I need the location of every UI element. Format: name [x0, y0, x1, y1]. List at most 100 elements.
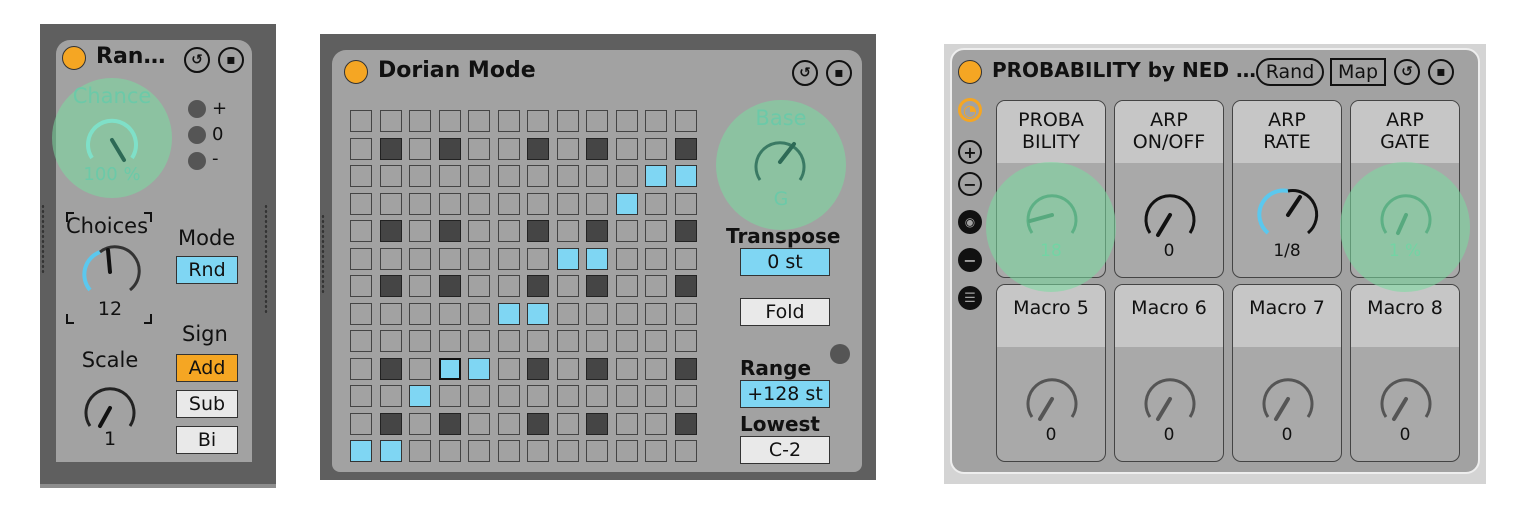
grid-cell[interactable] — [379, 247, 402, 270]
macro-2[interactable]: ARP ON/OFF 0 — [1114, 100, 1224, 278]
grid-cell[interactable] — [586, 110, 608, 132]
grid-cell[interactable] — [350, 440, 372, 462]
grid-cell[interactable] — [468, 385, 490, 407]
grid-cell[interactable] — [409, 137, 431, 160]
grid-cell[interactable] — [645, 247, 667, 270]
save-icon[interactable]: ▪ — [1428, 59, 1454, 85]
lowest-field[interactable]: C-2 — [740, 436, 830, 464]
grid-cell[interactable] — [615, 357, 638, 380]
grid-cell[interactable] — [527, 412, 549, 435]
grid-cell[interactable] — [586, 165, 608, 187]
grid-cell[interactable] — [645, 440, 667, 462]
grid-cell[interactable] — [497, 275, 520, 297]
grid-cell[interactable] — [438, 192, 461, 215]
base-knob[interactable] — [748, 130, 812, 194]
grid-cell[interactable] — [497, 330, 520, 352]
grid-cell[interactable] — [556, 110, 579, 132]
grid-cell[interactable] — [409, 110, 431, 132]
grid-cell[interactable] — [350, 247, 372, 270]
grid-cell[interactable] — [468, 247, 490, 270]
grid-cell[interactable] — [468, 275, 490, 297]
macro-8[interactable]: Macro 8 0 — [1350, 284, 1460, 462]
remove-icon[interactable]: − — [958, 172, 982, 196]
grid-cell[interactable] — [556, 412, 579, 435]
grid-cell[interactable] — [527, 165, 549, 187]
grid-cell[interactable] — [527, 440, 549, 462]
macro-7-knob[interactable] — [1256, 367, 1320, 431]
grid-cell[interactable] — [615, 165, 638, 187]
sign-add-button[interactable]: Add — [176, 354, 238, 382]
grid-cell[interactable] — [468, 440, 490, 462]
grid-cell[interactable] — [438, 357, 461, 380]
power-button[interactable] — [344, 60, 368, 84]
grid-cell[interactable] — [586, 220, 608, 242]
grid-cell[interactable] — [586, 330, 608, 352]
grid-cell[interactable] — [645, 220, 667, 242]
grid-cell[interactable] — [379, 192, 402, 215]
grid-cell[interactable] — [674, 192, 697, 215]
grid-cell[interactable] — [615, 412, 638, 435]
grid-cell[interactable] — [586, 192, 608, 215]
grid-cell[interactable] — [586, 385, 608, 407]
grid-cell[interactable] — [645, 385, 667, 407]
grid-cell[interactable] — [497, 357, 520, 380]
grid-cell[interactable] — [379, 165, 402, 187]
grid-cell[interactable] — [556, 275, 579, 297]
grid-cell[interactable] — [615, 110, 638, 132]
grid-cell[interactable] — [497, 220, 520, 242]
grid-cell[interactable] — [527, 192, 549, 215]
grid-cell[interactable] — [438, 275, 461, 297]
range-field[interactable]: +128 st — [740, 380, 830, 408]
grid-cell[interactable] — [468, 412, 490, 435]
grid-cell[interactable] — [409, 412, 431, 435]
grid-cell[interactable] — [527, 137, 549, 160]
macro-6[interactable]: Macro 6 0 — [1114, 284, 1224, 462]
transpose-field[interactable]: 0 st — [740, 248, 830, 276]
power-button[interactable] — [958, 60, 982, 84]
grid-cell[interactable] — [674, 220, 697, 242]
snapshot-icon[interactable]: ◉ — [958, 210, 982, 234]
grid-cell[interactable] — [527, 385, 549, 407]
rack-icon[interactable]: ◔ — [958, 98, 982, 122]
grid-cell[interactable] — [645, 192, 667, 215]
grid-cell[interactable] — [674, 385, 697, 407]
grid-cell[interactable] — [350, 220, 372, 242]
grid-cell[interactable] — [350, 192, 372, 215]
grid-cell[interactable] — [556, 302, 579, 325]
grid-cell[interactable] — [379, 302, 402, 325]
grid-cell[interactable] — [497, 440, 520, 462]
grid-cell[interactable] — [379, 357, 402, 380]
grid-cell[interactable] — [556, 165, 579, 187]
grid-cell[interactable] — [586, 137, 608, 160]
grid-cell[interactable] — [674, 165, 697, 187]
grid-cell[interactable] — [350, 137, 372, 160]
grid-cell[interactable] — [556, 220, 579, 242]
grid-cell[interactable] — [409, 330, 431, 352]
grid-cell[interactable] — [615, 302, 638, 325]
grid-cell[interactable] — [586, 440, 608, 462]
grid-cell[interactable] — [674, 412, 697, 435]
grid-cell[interactable] — [350, 110, 372, 132]
grid-cell[interactable] — [350, 385, 372, 407]
power-button[interactable] — [62, 46, 86, 70]
grid-cell[interactable] — [497, 165, 520, 187]
grid-cell[interactable] — [379, 385, 402, 407]
grid-cell[interactable] — [409, 165, 431, 187]
save-icon[interactable]: ▪ — [218, 47, 244, 73]
grid-cell[interactable] — [645, 412, 667, 435]
grid-cell[interactable] — [586, 275, 608, 297]
grid-cell[interactable] — [409, 247, 431, 270]
grid-cell[interactable] — [615, 137, 638, 160]
grid-cell[interactable] — [586, 357, 608, 380]
grid-cell[interactable] — [438, 137, 461, 160]
grid-cell[interactable] — [586, 302, 608, 325]
grid-cell[interactable] — [556, 192, 579, 215]
hot-swap-icon[interactable]: ↺ — [184, 47, 210, 73]
sign-sub-button[interactable]: Sub — [176, 390, 238, 418]
grid-cell[interactable] — [645, 137, 667, 160]
grid-cell[interactable] — [350, 302, 372, 325]
grid-cell[interactable] — [674, 302, 697, 325]
grid-cell[interactable] — [674, 110, 697, 132]
grid-cell[interactable] — [586, 247, 608, 270]
grid-cell[interactable] — [438, 220, 461, 242]
